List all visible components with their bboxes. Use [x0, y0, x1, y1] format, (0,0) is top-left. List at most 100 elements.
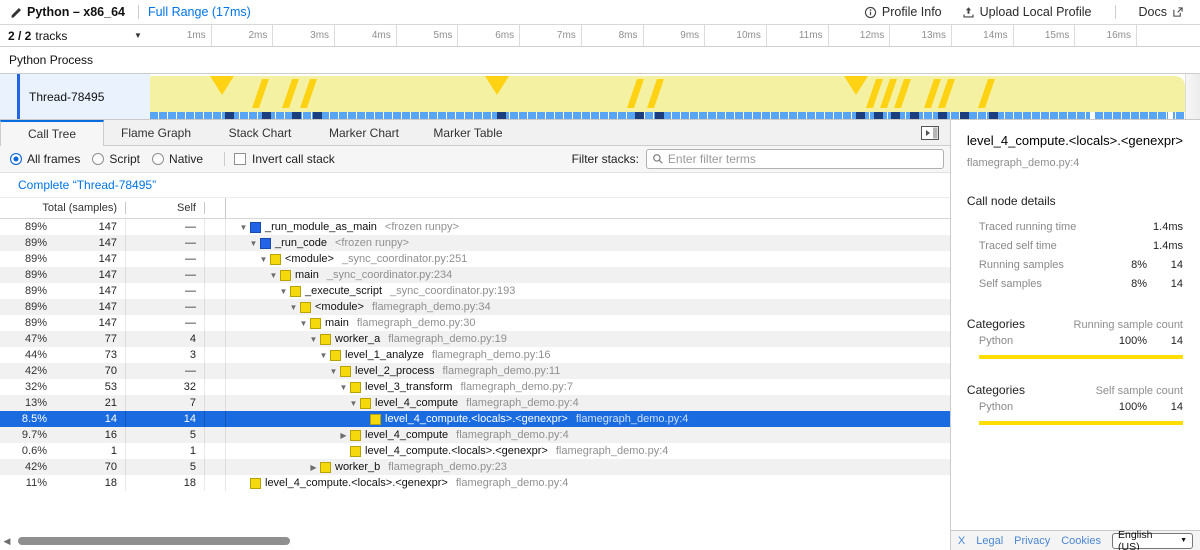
collapse-icon[interactable]: ▼	[327, 367, 340, 376]
function-name: main	[295, 269, 319, 281]
row-total-percent: 11%	[0, 475, 52, 491]
sample-strip[interactable]	[150, 112, 1185, 119]
row-total-percent: 9.7%	[0, 427, 52, 443]
call-tree-pane: Call TreeFlame GraphStack ChartMarker Ch…	[0, 120, 950, 550]
collapse-icon[interactable]: ▼	[317, 351, 330, 360]
horizontal-scrollbar[interactable]: ◀	[0, 534, 955, 548]
radio-native-label[interactable]: Native	[169, 152, 203, 166]
filter-input[interactable]	[668, 152, 938, 166]
edit-pencil-icon[interactable]	[10, 6, 23, 19]
footer-link-privacy[interactable]: Privacy	[1014, 535, 1050, 547]
process-track-header[interactable]: Python Process	[0, 47, 1200, 74]
column-header-self[interactable]: Self	[126, 202, 205, 214]
row-spacer	[205, 315, 226, 331]
call-tree-row[interactable]: 44%733▼level_1_analyzeflamegraph_demo.py…	[0, 347, 950, 363]
radio-script[interactable]	[92, 153, 104, 165]
call-tree-row[interactable]: 89%147—▼main_sync_coordinator.py:234	[0, 267, 950, 283]
tab-marker-table[interactable]: Marker Table	[416, 120, 520, 145]
function-name: <module>	[285, 253, 334, 265]
call-tree-row[interactable]: 89%147—▼<module>_sync_coordinator.py:251	[0, 251, 950, 267]
call-tree-row[interactable]: 13%217▼level_4_computeflamegraph_demo.py…	[0, 395, 950, 411]
invert-call-stack-checkbox[interactable]	[234, 153, 246, 165]
invert-call-stack-label[interactable]: Invert call stack	[252, 152, 335, 166]
function-name: <module>	[315, 301, 364, 313]
call-node: ▶level_4_computeflamegraph_demo.py:4	[226, 429, 950, 441]
call-node: level_4_compute.<locals>.<genexpr>flameg…	[226, 413, 950, 425]
radio-all-frames-label[interactable]: All frames	[27, 152, 80, 166]
thread-name: Thread-78495	[29, 90, 104, 104]
expand-icon[interactable]: ▶	[307, 463, 320, 472]
tab-stack-chart[interactable]: Stack Chart	[208, 120, 312, 145]
activity-graph[interactable]	[150, 76, 1185, 112]
collapse-icon[interactable]: ▼	[337, 383, 350, 392]
call-tree-row[interactable]: 8.5%1414level_4_compute.<locals>.<genexp…	[0, 411, 950, 427]
call-tree-row[interactable]: 32%5332▼level_3_transformflamegraph_demo…	[0, 379, 950, 395]
collapse-icon[interactable]: ▼	[237, 223, 250, 232]
collapse-icon[interactable]: ▼	[277, 287, 290, 296]
dark-sample-segment	[225, 112, 234, 119]
track-count-dropdown[interactable]: 2 / 2 tracks ▼	[0, 25, 150, 46]
call-tree-row[interactable]: 89%147—▼<module>flamegraph_demo.py:34	[0, 299, 950, 315]
call-node: ▼worker_aflamegraph_demo.py:19	[226, 333, 950, 345]
row-total-percent: 32%	[0, 379, 52, 395]
radio-script-label[interactable]: Script	[109, 152, 140, 166]
collapse-icon[interactable]: ▼	[297, 319, 310, 328]
category-square	[340, 366, 351, 377]
collapse-icon[interactable]: ▼	[307, 335, 320, 344]
file-location: flamegraph_demo.py:23	[388, 461, 507, 473]
row-spacer	[205, 363, 226, 379]
call-tree-row[interactable]: 89%147—▼_run_code<frozen runpy>	[0, 235, 950, 251]
footer-link-legal[interactable]: Legal	[976, 535, 1003, 547]
thread-track-label[interactable]: Thread-78495	[0, 74, 150, 119]
selected-node-file: flamegraph_demo.py:4	[967, 157, 1183, 169]
call-tree-row[interactable]: 47%774▼worker_aflamegraph_demo.py:19	[0, 331, 950, 347]
sidebar-toggle-button[interactable]	[921, 120, 939, 145]
row-total-percent: 0.6%	[0, 443, 52, 459]
collapse-icon[interactable]: ▼	[267, 271, 280, 280]
upload-profile-button[interactable]: Upload Local Profile	[956, 5, 1098, 19]
file-location: flamegraph_demo.py:4	[456, 477, 569, 489]
thread-activity-graph[interactable]	[150, 74, 1185, 119]
language-select[interactable]: English (US) ▼	[1112, 533, 1193, 549]
file-location: <frozen runpy>	[385, 221, 459, 233]
collapse-icon[interactable]: ▼	[287, 303, 300, 312]
footer-link-x[interactable]: X	[958, 535, 965, 547]
column-header-total[interactable]: Total (samples)	[0, 202, 126, 214]
radio-native[interactable]	[152, 153, 164, 165]
call-tree-row[interactable]: 89%147—▼mainflamegraph_demo.py:30	[0, 315, 950, 331]
full-range-link[interactable]: Full Range (17ms)	[148, 5, 251, 19]
collapse-icon[interactable]: ▼	[247, 239, 260, 248]
filter-input-box[interactable]	[646, 149, 944, 169]
call-tree-row[interactable]: 89%147—▼_execute_script_sync_coordinator…	[0, 283, 950, 299]
footer-link-cookies[interactable]: Cookies	[1061, 535, 1101, 547]
row-spacer	[205, 283, 226, 299]
row-total-percent: 89%	[0, 235, 52, 251]
tab-marker-chart[interactable]: Marker Chart	[312, 120, 416, 145]
dark-sample-segment	[497, 112, 506, 119]
dark-sample-segment	[635, 112, 644, 119]
call-tree-row[interactable]: 11%1818level_4_compute.<locals>.<genexpr…	[0, 475, 950, 491]
categories-label: Categories	[967, 317, 1074, 331]
profile-info-button[interactable]: Profile Info	[858, 5, 948, 19]
tab-call-tree[interactable]: Call Tree	[0, 120, 104, 146]
scrollbar-thumb[interactable]	[18, 537, 290, 545]
call-tree-row[interactable]: 9.7%165▶level_4_computeflamegraph_demo.p…	[0, 427, 950, 443]
tab-flame-graph[interactable]: Flame Graph	[104, 120, 208, 145]
expand-icon[interactable]: ▶	[337, 431, 350, 440]
track-scroll-gutter	[1185, 74, 1200, 119]
call-tree-row[interactable]: 42%705▶worker_bflamegraph_demo.py:23	[0, 459, 950, 475]
collapse-icon[interactable]: ▼	[257, 255, 270, 264]
docs-button[interactable]: Docs	[1133, 5, 1190, 19]
scroll-left-arrow-icon[interactable]: ◀	[0, 536, 14, 547]
file-location: _sync_coordinator.py:234	[327, 269, 452, 281]
thread-track[interactable]: Thread-78495	[0, 74, 1200, 119]
radio-all-frames[interactable]	[10, 153, 22, 165]
call-tree-row[interactable]: 42%70—▼level_2_processflamegraph_demo.py…	[0, 363, 950, 379]
category-square	[320, 334, 331, 345]
ruler-tick: 13ms	[890, 25, 952, 46]
collapse-icon[interactable]: ▼	[347, 399, 360, 408]
ruler-tick: 12ms	[829, 25, 891, 46]
call-tree-row[interactable]: 0.6%11level_4_compute.<locals>.<genexpr>…	[0, 443, 950, 459]
breadcrumb-root-link[interactable]: Complete “Thread-78495”	[18, 178, 156, 192]
call-tree-row[interactable]: 89%147—▼_run_module_as_main<frozen runpy…	[0, 219, 950, 235]
